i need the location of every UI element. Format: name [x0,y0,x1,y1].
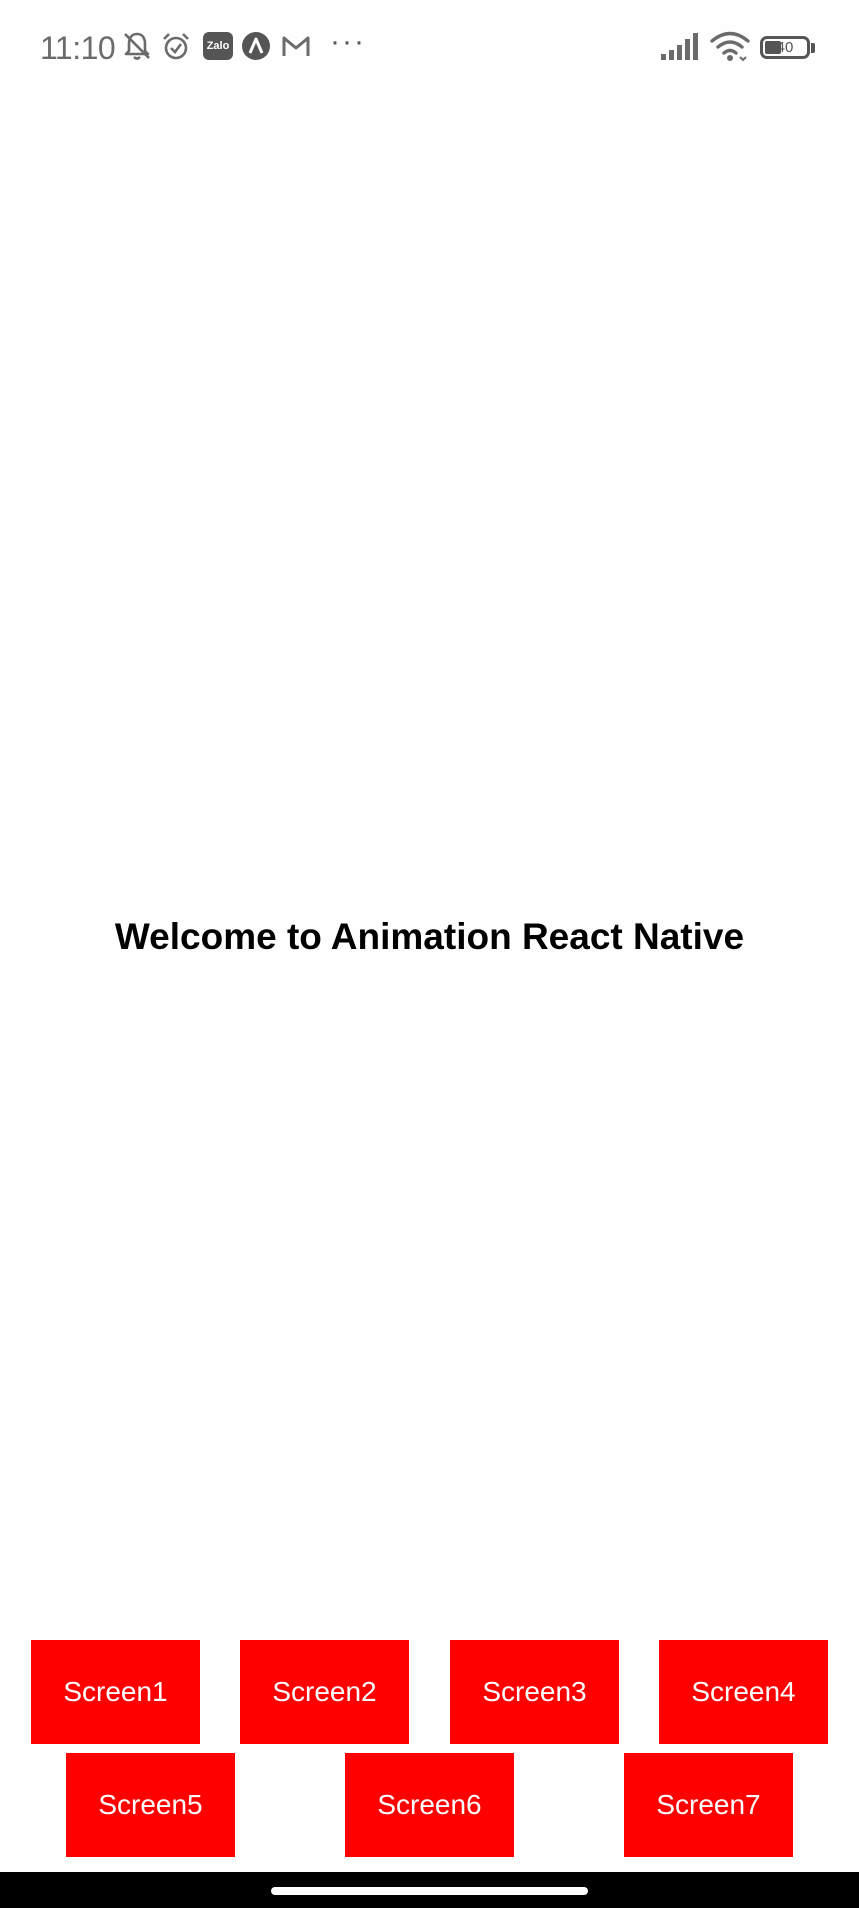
more-icon: ··· [330,25,366,58]
status-time: 11:10 [40,30,116,66]
home-indicator[interactable] [271,1887,588,1895]
navigation-bar [0,1872,859,1908]
bell-off-icon [121,30,153,62]
screen4-button[interactable]: Screen4 [659,1640,828,1744]
welcome-title: Welcome to Animation React Native [114,916,745,957]
battery-icon: 40 [760,36,810,59]
screen7-button[interactable]: Screen7 [624,1753,793,1857]
screen5-button[interactable]: Screen5 [66,1753,235,1857]
gmail-icon [280,30,312,62]
battery-level: 40 [776,39,794,56]
app-screen: 11:10 Zalo ··· 40 Welcome to Animation R… [0,0,859,1908]
battery-tip [811,43,815,53]
screen6-button[interactable]: Screen6 [345,1753,514,1857]
zalo-icon: Zalo [203,32,233,60]
alarm-icon [160,30,192,62]
screen1-button[interactable]: Screen1 [31,1640,200,1744]
arc-icon [240,30,272,62]
wifi-icon [710,30,750,62]
signal-icon [660,30,702,62]
screen2-button[interactable]: Screen2 [240,1640,409,1744]
status-bar: 11:10 Zalo ··· 40 [0,0,859,96]
screen3-button[interactable]: Screen3 [450,1640,619,1744]
